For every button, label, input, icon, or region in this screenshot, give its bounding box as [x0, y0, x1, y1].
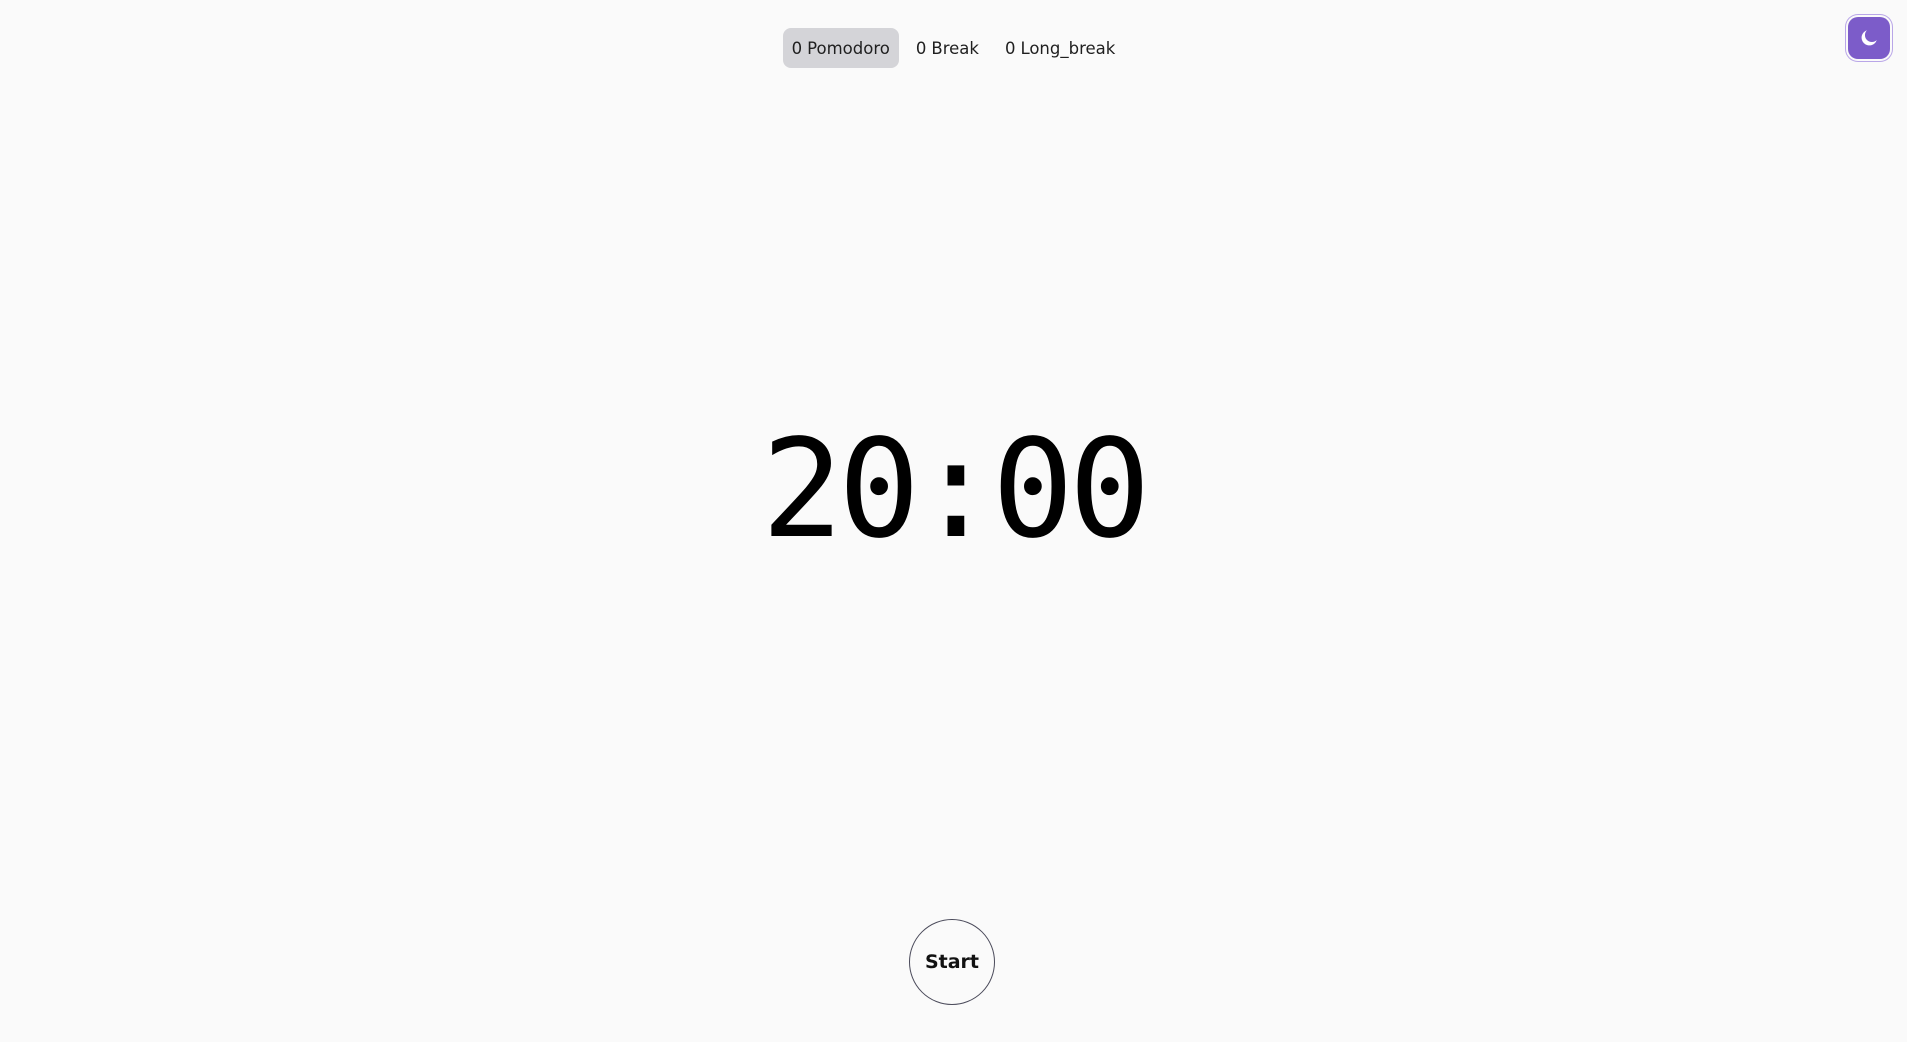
tab-break[interactable]: 0 Break	[907, 28, 988, 68]
pomodoro-app: 0 Pomodoro 0 Break 0 Long_break 20:00 St…	[0, 0, 1907, 1042]
tab-long-break-label: Long_break	[1020, 38, 1116, 58]
theme-toggle-button[interactable]	[1848, 17, 1890, 59]
tab-pomodoro-label: Pomodoro	[807, 38, 890, 58]
tab-long-break[interactable]: 0 Long_break	[996, 28, 1124, 68]
start-button[interactable]: Start	[909, 919, 995, 1005]
tab-long-break-count: 0	[1004, 38, 1016, 58]
tab-pomodoro[interactable]: 0 Pomodoro	[782, 28, 899, 68]
tab-pomodoro-count: 0	[791, 38, 803, 58]
tab-break-count: 0	[915, 38, 927, 58]
moon-icon	[1861, 30, 1877, 46]
tab-break-label: Break	[931, 38, 979, 58]
timer-display: 20:00	[761, 411, 1150, 569]
mode-tabs: 0 Pomodoro 0 Break 0 Long_break	[0, 28, 1907, 68]
